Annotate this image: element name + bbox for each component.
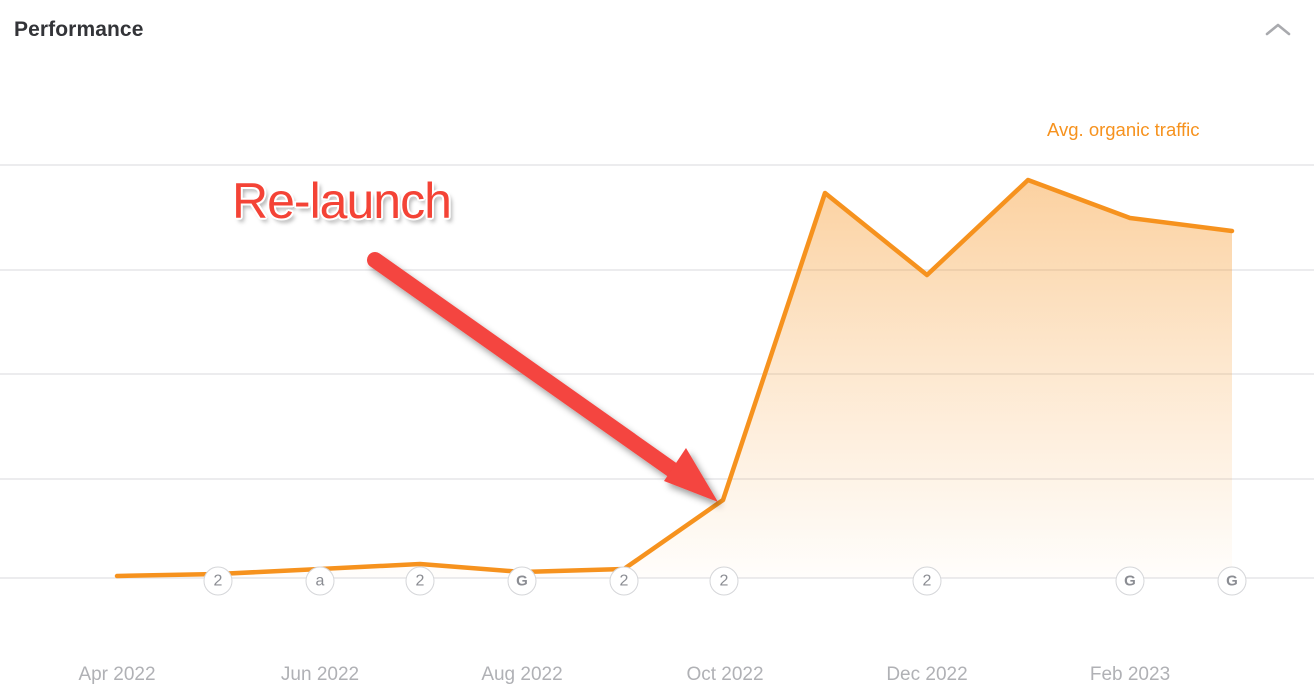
organic-traffic-area-chart [0, 164, 1314, 579]
x-axis-label: Apr 2022 [78, 664, 156, 685]
performance-panel: Performance Avg. organic traffic 2 a 2 G… [0, 0, 1314, 685]
area-fill [117, 180, 1232, 578]
x-axis-label: Aug 2022 [481, 664, 563, 685]
chevron-up-icon [1265, 22, 1291, 38]
performance-chart: Avg. organic traffic 2 a 2 G 2 2 2 G G A… [0, 66, 1314, 685]
event-marker-badge[interactable]: 2 [203, 566, 233, 596]
x-axis-label: Feb 2023 [1089, 664, 1171, 685]
event-marker-badge[interactable]: G [507, 566, 537, 596]
collapse-panel-button[interactable] [1260, 14, 1296, 46]
event-marker-badge[interactable]: 2 [405, 566, 435, 596]
x-axis-label: Oct 2022 [686, 664, 764, 685]
page-title: Performance [14, 18, 144, 41]
event-marker-badge[interactable]: a [305, 566, 335, 596]
x-axis-label: Dec 2022 [886, 664, 968, 685]
event-marker-badge[interactable]: G [1217, 566, 1247, 596]
panel-header: Performance [0, 0, 1314, 66]
legend-avg-organic-traffic: Avg. organic traffic [1047, 119, 1200, 140]
event-marker-badge[interactable]: 2 [609, 566, 639, 596]
event-marker-badge[interactable]: 2 [912, 566, 942, 596]
event-marker-badge[interactable]: G [1115, 566, 1145, 596]
x-axis-label: Jun 2022 [280, 664, 360, 685]
event-marker-badge[interactable]: 2 [709, 566, 739, 596]
